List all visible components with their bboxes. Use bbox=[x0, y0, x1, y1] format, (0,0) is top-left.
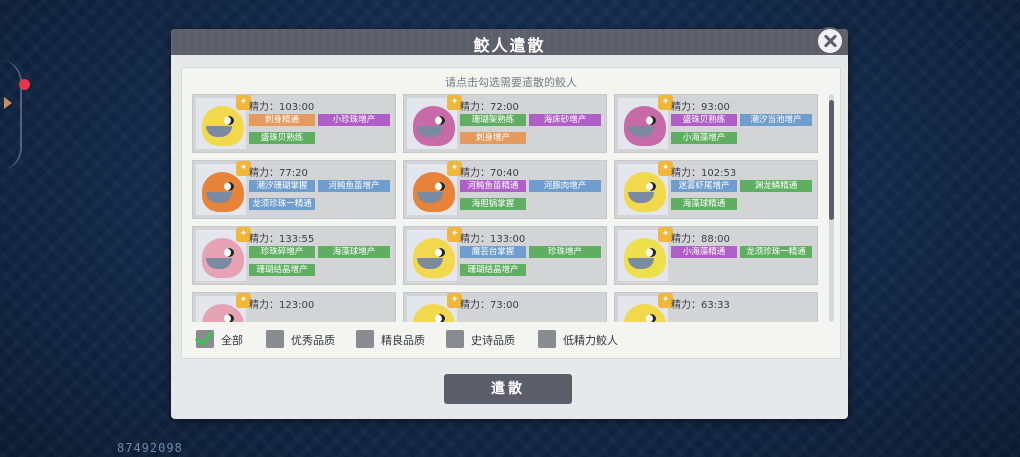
mermaid-face-icon bbox=[413, 238, 455, 278]
energy-value: 精力：77:20 bbox=[249, 168, 308, 179]
skill-tag: 珍珠碎增产 bbox=[249, 246, 315, 258]
skill-tag: 河鲀鱼苗增产 bbox=[318, 180, 390, 192]
skill-tag: 海胆锅掌握 bbox=[460, 198, 526, 210]
filter-checkbox[interactable] bbox=[538, 330, 556, 348]
filter-checkbox[interactable] bbox=[194, 326, 214, 348]
mermaid-face-icon bbox=[413, 172, 455, 212]
skill-tag: 珍珠增产 bbox=[529, 246, 601, 258]
mermaid-card[interactable]: ✦ 精力：73:00 bbox=[403, 292, 607, 322]
energy-value: 精力：63:33 bbox=[671, 300, 730, 311]
dialog-body: 请点击勾选需要遣散的鲛人 ✦ 精力：103:00 刺身精通 小珍珠增产 盛珠贝熟练 ✦ 精力… bbox=[181, 67, 841, 359]
mermaid-face-icon bbox=[202, 238, 244, 278]
skill-tag: 渊龙鳞精通 bbox=[740, 180, 812, 192]
skill-tag: 龙须珍珠一精通 bbox=[740, 246, 812, 258]
mermaid-card[interactable]: ✦ 精力：70:40 河鲀鱼苗精通 河豚肉增产 海胆锅掌握 bbox=[403, 160, 607, 219]
mermaid-grid: ✦ 精力：103:00 刺身精通 小珍珠增产 盛珠贝熟练 ✦ 精力：72:00 珊瑚架熟练 海床… bbox=[192, 94, 818, 322]
skill-tag: 小珍珠增产 bbox=[318, 114, 390, 126]
list-scrollbar[interactable] bbox=[829, 94, 834, 322]
mermaid-list[interactable]: ✦ 精力：103:00 刺身精通 小珍珠增产 盛珠贝熟练 ✦ 精力：72:00 珊瑚架熟练 海床… bbox=[192, 94, 818, 322]
skill-tag: 海藻球增产 bbox=[318, 246, 390, 258]
skill-tag: 迷雾虾尾增产 bbox=[671, 180, 737, 192]
instruction-text: 请点击勾选需要遣散的鲛人 bbox=[445, 76, 577, 89]
energy-value: 精力：133:00 bbox=[460, 234, 526, 245]
energy-value: 精力：73:00 bbox=[460, 300, 519, 311]
dialog-title: 鲛人遣散 bbox=[473, 36, 546, 55]
mermaid-card[interactable]: ✦ 精力：88:00 小海藻精通 龙须珍珠一精通 bbox=[614, 226, 818, 285]
expand-arrow-icon[interactable] bbox=[4, 97, 12, 109]
skill-tag: 海床砂增产 bbox=[529, 114, 601, 126]
skill-tag: 魔芸台掌握 bbox=[460, 246, 526, 258]
energy-value: 精力：103:00 bbox=[249, 102, 315, 113]
mermaid-card[interactable]: ✦ 精力：123:00 bbox=[192, 292, 396, 322]
filter-label: 低精力鲛人 bbox=[563, 334, 618, 347]
account-number: 87492098 bbox=[117, 441, 183, 455]
filter-checkbox[interactable] bbox=[356, 330, 374, 348]
energy-value: 精力：93:00 bbox=[671, 102, 730, 113]
mermaid-face-icon bbox=[624, 172, 666, 212]
scroll-thumb[interactable] bbox=[829, 100, 834, 220]
mermaid-card[interactable]: ✦ 精力：133:00 魔芸台掌握 珍珠增产 珊瑚结晶增产 bbox=[403, 226, 607, 285]
skill-tag: 海藻球精通 bbox=[671, 198, 737, 210]
side-panel-edge bbox=[0, 60, 22, 170]
dismiss-button[interactable]: 遣散 bbox=[444, 374, 572, 404]
eye-icon bbox=[224, 314, 234, 322]
filter-checkbox[interactable] bbox=[446, 330, 464, 348]
skill-tag: 珊瑚结晶增产 bbox=[249, 264, 315, 276]
energy-value: 精力：70:40 bbox=[460, 168, 519, 179]
skill-tag: 龙须珍珠一精通 bbox=[249, 198, 315, 210]
mermaid-card[interactable]: ✦ 精力：77:20 潮汐珊瑚掌握 河鲀鱼苗增产 龙须珍珠一精通 bbox=[192, 160, 396, 219]
mermaid-card[interactable]: ✦ 精力：72:00 珊瑚架熟练 海床砂增产 刺身增产 bbox=[403, 94, 607, 153]
eye-icon bbox=[435, 116, 445, 125]
filter-label: 精良品质 bbox=[381, 334, 425, 347]
skill-tag: 盛珠贝熟练 bbox=[671, 114, 737, 126]
notification-dot-icon bbox=[19, 79, 30, 90]
eye-icon bbox=[435, 248, 445, 257]
eye-icon bbox=[646, 116, 656, 125]
energy-value: 精力：102:53 bbox=[671, 168, 737, 179]
energy-value: 精力：88:00 bbox=[671, 234, 730, 245]
eye-icon bbox=[224, 182, 234, 191]
mermaid-face-icon bbox=[202, 106, 244, 146]
skill-tag: 珊瑚架熟练 bbox=[460, 114, 526, 126]
mermaid-card[interactable]: ✦ 精力：103:00 刺身精通 小珍珠增产 盛珠贝熟练 bbox=[192, 94, 396, 153]
energy-value: 精力：72:00 bbox=[460, 102, 519, 113]
skill-tag: 刺身精通 bbox=[249, 114, 315, 126]
filter-label: 优秀品质 bbox=[291, 334, 335, 347]
energy-value: 精力：133:55 bbox=[249, 234, 315, 245]
eye-icon bbox=[646, 314, 656, 322]
eye-icon bbox=[224, 248, 234, 257]
eye-icon bbox=[435, 182, 445, 191]
filter-label: 史诗品质 bbox=[471, 334, 515, 347]
mermaid-face-icon bbox=[624, 106, 666, 146]
close-icon[interactable] bbox=[816, 27, 844, 55]
dismiss-dialog: 鲛人遣散 请点击勾选需要遣散的鲛人 ✦ 精力：103:00 刺身精通 小珍珠增产 盛珠贝… bbox=[171, 27, 848, 419]
mermaid-face-icon bbox=[624, 238, 666, 278]
skill-tag: 盛珠贝熟练 bbox=[249, 132, 315, 144]
eye-icon bbox=[224, 116, 234, 125]
filter-label: 全部 bbox=[221, 334, 243, 347]
skill-tag: 河鲀鱼苗精通 bbox=[460, 180, 526, 192]
eye-icon bbox=[435, 314, 445, 322]
mermaid-face-icon bbox=[413, 106, 455, 146]
skill-tag: 珊瑚结晶增产 bbox=[460, 264, 526, 276]
filter-checkbox[interactable] bbox=[266, 330, 284, 348]
energy-value: 精力：123:00 bbox=[249, 300, 315, 311]
skill-tag: 潮汐珊瑚掌握 bbox=[249, 180, 315, 192]
skill-tag: 小海藻精通 bbox=[671, 246, 737, 258]
eye-icon bbox=[646, 182, 656, 191]
mermaid-card[interactable]: ✦ 精力：102:53 迷雾虾尾增产 渊龙鳞精通 海藻球精通 bbox=[614, 160, 818, 219]
skill-tag: 河豚肉增产 bbox=[529, 180, 601, 192]
mermaid-card[interactable]: ✦ 精力：63:33 bbox=[614, 292, 818, 322]
skill-tag: 潮汐当池增产 bbox=[740, 114, 812, 126]
checkmark-icon bbox=[194, 326, 214, 347]
mermaid-card[interactable]: ✦ 精力：133:55 珍珠碎增产 海藻球增产 珊瑚结晶增产 bbox=[192, 226, 396, 285]
mermaid-card[interactable]: ✦ 精力：93:00 盛珠贝熟练 潮汐当池增产 小海藻增产 bbox=[614, 94, 818, 153]
dialog-header: 鲛人遣散 bbox=[171, 29, 848, 55]
skill-tag: 小海藻增产 bbox=[671, 132, 737, 144]
mermaid-face-icon bbox=[202, 172, 244, 212]
skill-tag: 刺身增产 bbox=[460, 132, 526, 144]
eye-icon bbox=[646, 248, 656, 257]
